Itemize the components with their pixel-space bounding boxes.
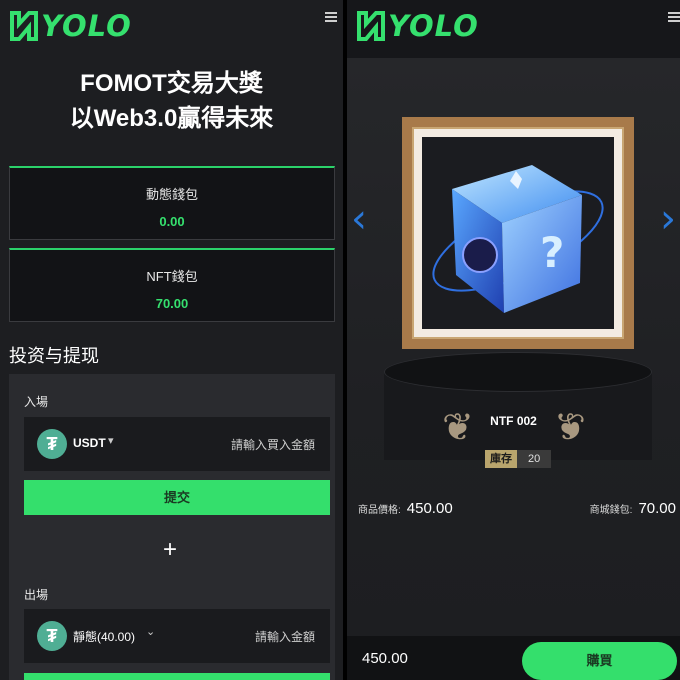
balance-select[interactable]: 靜態(40.00) <box>73 628 135 645</box>
deposit-label: 入場 <box>24 395 49 409</box>
wallet-label: NFT錢包 <box>146 269 198 284</box>
dynamic-wallet-card: 動態錢包 0.00 <box>9 166 335 240</box>
wallet-value: 70.00 <box>638 500 676 517</box>
price-label: 商品價格: <box>358 505 401 516</box>
hero-title: FOMOT交易大獎 以Web3.0贏得未來 <box>0 66 343 136</box>
hamburger-menu-icon[interactable] <box>668 12 680 22</box>
tether-icon: ₮ <box>37 621 67 651</box>
chevron-down-icon[interactable]: ▾ <box>108 434 114 447</box>
total-price: 450.00 <box>362 650 408 667</box>
nft-image-frame: ? <box>402 117 634 349</box>
withdraw-input-row[interactable]: ₮ 靜態(40.00) ⌄ 請輸入金額 <box>24 609 330 663</box>
plus-icon: + <box>163 536 178 563</box>
price-value: 450.00 <box>406 500 453 517</box>
deposit-amount-input[interactable]: 請輸入買入金額 <box>231 436 315 453</box>
buy-button[interactable]: 購買 <box>522 642 677 680</box>
stock-badge: 庫存 20 <box>485 450 552 468</box>
invest-withdraw-card: 入場 ₮ USDT ▾ 請輸入買入金額 提交 + 出場 ₮ 靜態(40.00) … <box>9 374 335 680</box>
hero-line-2: 以Web3.0贏得未來 <box>69 105 274 132</box>
top-bar: YOLO <box>347 0 680 58</box>
nft-mystery-box-image: ? <box>422 137 614 329</box>
wallet-value: 70.00 <box>155 296 189 311</box>
stock-value: 20 <box>517 450 552 468</box>
chevron-right-icon[interactable]: › <box>660 196 676 242</box>
top-bar: YOLO <box>0 0 343 58</box>
tether-icon: ₮ <box>37 429 67 459</box>
mall-wallet: 商城錢包: 70.00 <box>590 500 676 517</box>
display-pedestal <box>384 352 652 460</box>
logo-text: YOLO <box>41 9 132 43</box>
bottom-bar: 450.00 購買 <box>347 636 680 680</box>
wallet-label: 商城錢包: <box>589 505 633 516</box>
submit-button[interactable]: 提交 <box>24 480 330 515</box>
wallet-value: 0.00 <box>159 214 185 229</box>
right-panel: YOLO ‹ › ? ❦ ❦ NTF 002 庫存 20 商品價格: 450.0… <box>347 0 680 680</box>
hero-line-1: FOMOT交易大獎 <box>80 70 263 97</box>
nft-wallet-card: NFT錢包 70.00 <box>9 248 335 322</box>
yolo-logo-icon <box>356 10 386 42</box>
nft-name: NTF 002 <box>490 414 537 428</box>
deposit-input-row[interactable]: ₮ USDT ▾ 請輸入買入金額 <box>24 417 330 471</box>
chevron-down-icon[interactable]: ⌄ <box>146 625 155 638</box>
wallet-label: 動態錢包 <box>145 187 198 202</box>
hamburger-menu-icon[interactable] <box>325 12 337 22</box>
product-price: 商品價格: 450.00 <box>358 500 453 517</box>
logo[interactable]: YOLO <box>9 10 132 42</box>
yolo-logo-icon <box>9 10 39 42</box>
svg-text:?: ? <box>540 228 564 277</box>
stock-label: 庫存 <box>485 450 517 468</box>
withdraw-amount-input[interactable]: 請輸入金額 <box>255 628 315 645</box>
logo-text: YOLO <box>388 9 479 43</box>
withdraw-label: 出場 <box>24 588 49 602</box>
withdraw-submit-button[interactable] <box>24 673 330 680</box>
chevron-left-icon[interactable]: ‹ <box>351 196 367 242</box>
left-panel: YOLO FOMOT交易大獎 以Web3.0贏得未來 動態錢包 0.00 NFT… <box>0 0 343 680</box>
section-title: 投资与提现 <box>9 346 99 366</box>
logo[interactable]: YOLO <box>356 10 479 42</box>
token-select[interactable]: USDT <box>73 436 106 450</box>
